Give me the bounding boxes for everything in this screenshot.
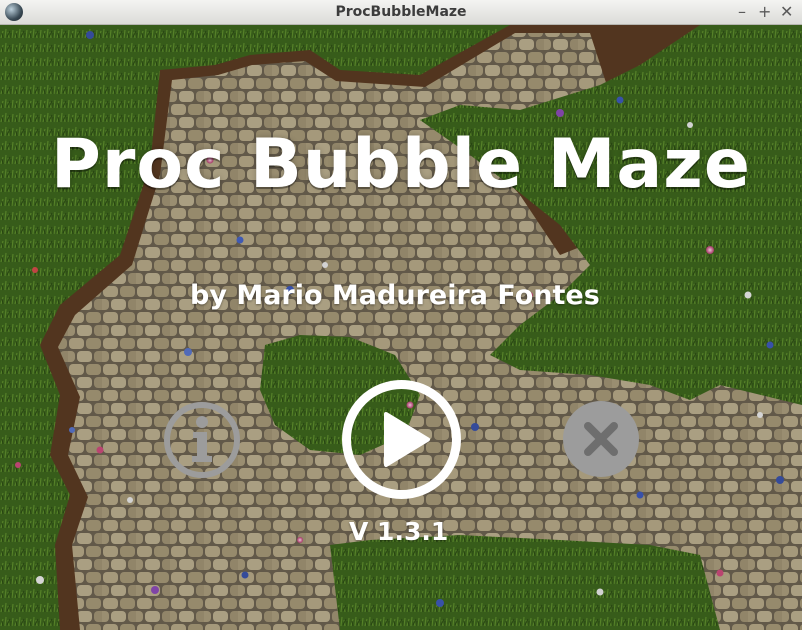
game-title: Proc Bubble Maze: [50, 125, 752, 204]
info-button[interactable]: [162, 400, 242, 480]
maximize-button[interactable]: +: [758, 2, 771, 21]
close-window-button[interactable]: ✕: [780, 2, 793, 21]
version-label: V 1.3.1: [349, 517, 449, 546]
app-window: ProcBubbleMaze – + ✕ Proc Bubble Maze by…: [0, 0, 802, 630]
info-icon: [164, 402, 240, 478]
window-title: ProcBubbleMaze: [335, 4, 467, 20]
play-button[interactable]: [340, 378, 463, 501]
play-icon: [342, 380, 461, 499]
exit-button[interactable]: [561, 399, 641, 479]
minimize-button[interactable]: –: [738, 2, 746, 21]
author-credit: by Mario Madureira Fontes: [190, 280, 600, 311]
window-titlebar[interactable]: ProcBubbleMaze – + ✕: [0, 0, 802, 25]
close-icon: [563, 401, 639, 477]
